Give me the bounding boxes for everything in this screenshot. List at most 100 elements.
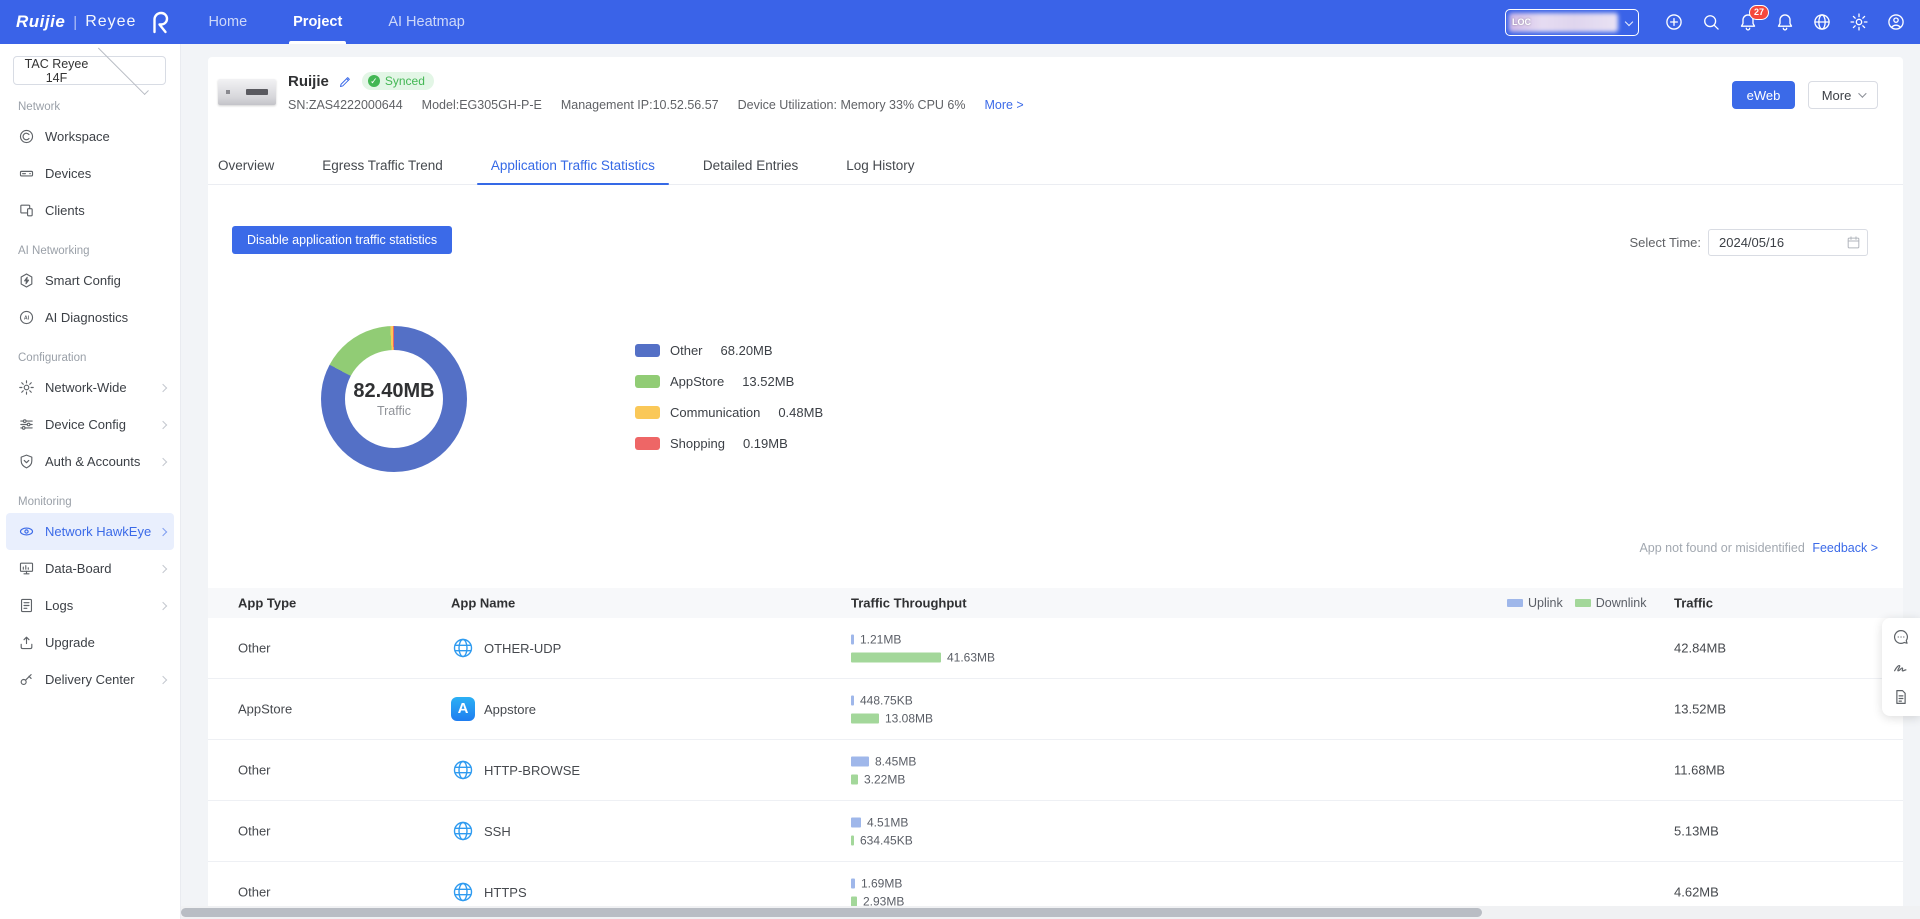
legend-label: AppStore [670,374,724,389]
uplink-line: 8.45MB [851,754,916,769]
docs-button[interactable] [1892,688,1910,706]
select-time-label: Select Time: [1629,235,1701,250]
legend-item-appstore[interactable]: AppStore13.52MB [635,366,823,397]
settings-button[interactable] [1849,12,1869,32]
nav-tab-home[interactable]: Home [208,0,247,44]
chevron-right-icon [159,675,167,683]
nav-tab-project[interactable]: Project [293,0,342,44]
tab-egress-traffic-trend[interactable]: Egress Traffic Trend [322,148,443,184]
app-type-cell: Other [238,641,271,656]
sidebar-item-auth-accounts[interactable]: Auth & Accounts [6,443,174,480]
legend-item-shopping[interactable]: Shopping0.19MB [635,428,823,459]
navbar-actions: LOC 27 [1505,0,1906,44]
device-more-button[interactable]: More [1808,81,1878,109]
device-name: Ruijie [288,73,329,90]
chevron-right-icon [159,420,167,428]
chevron-down-icon [1858,89,1866,97]
language-button[interactable] [1812,12,1832,32]
traffic-total-cell: 13.52MB [1674,702,1726,717]
add-button[interactable] [1664,12,1684,32]
project-selector[interactable]: TAC Reyee 14F [13,56,166,85]
sidebar-item-devices[interactable]: Devices [6,155,174,192]
device-image [218,79,276,105]
eweb-button[interactable]: eWeb [1732,81,1795,109]
sidebar-item-delivery-center[interactable]: Delivery Center [6,661,174,698]
device-led [226,90,230,94]
floating-help-widget [1882,618,1920,716]
brand-divider: | [73,14,77,31]
app-type-cell: Other [238,824,271,839]
smart-config-icon [18,272,35,289]
globe-app-icon [451,819,475,843]
traffic-total-cell: 4.62MB [1674,885,1719,900]
sidebar-item-logs[interactable]: Logs [6,587,174,624]
device-thumbnail [216,73,278,111]
table-row-other-udp: OtherOTHER-UDP1.21MB41.63MB42.84MB [208,618,1903,679]
tab-application-traffic-statistics[interactable]: Application Traffic Statistics [491,148,655,184]
legend-value: 68.20MB [721,343,773,358]
brand-name: Ruijie [16,12,65,32]
messages-button[interactable] [1775,12,1795,32]
sidebar-item-network-hawkeye[interactable]: Network HawkEye [6,513,174,550]
device-utilization: Device Utilization: Memory 33% CPU 6% [738,98,966,112]
main-content-card: Ruijie ✓ Synced SN:ZAS4222000644 Model:E… [208,57,1903,919]
sidebar-item-clients[interactable]: Clients [6,192,174,229]
sidebar-item-device-config[interactable]: Device Config [6,406,174,443]
downlink-bar [851,835,854,845]
total-traffic-label: Traffic [377,404,411,418]
device-header-buttons: eWeb More [1732,81,1878,109]
search-button[interactable] [1701,12,1721,32]
chat-support-button[interactable] [1892,628,1910,646]
sidebar-section-monitoring: Monitoring [18,496,162,508]
legend-item-other[interactable]: Other68.20MB [635,335,823,366]
downlink-line: 41.63MB [851,650,995,665]
disable-app-traffic-statistics-button[interactable]: Disable application traffic statistics [232,226,452,254]
edit-device-name-button[interactable] [338,74,353,89]
sidebar-item-workspace[interactable]: Workspace [6,118,174,155]
downlink-value: 41.63MB [947,650,995,664]
tab-detailed-entries[interactable]: Detailed Entries [703,148,798,184]
sidebar-item-ai-diagnostics[interactable]: AIAI Diagnostics [6,299,174,336]
downlink-bar [851,896,857,906]
account-button[interactable] [1886,12,1906,32]
scrollbar-thumb[interactable] [181,908,1482,917]
nav-tab-ai-heatmap[interactable]: AI Heatmap [388,0,465,44]
org-search-box[interactable]: LOC [1505,9,1639,36]
throughput-legend-downlink: Downlink [1575,596,1647,610]
traffic-total-cell: 42.84MB [1674,641,1726,656]
tab-log-history[interactable]: Log History [846,148,914,184]
horizontal-scrollbar[interactable] [181,906,1920,919]
app-name-label: Appstore [484,702,536,717]
sidebar-item-network-wide[interactable]: Network-Wide [6,369,174,406]
sidebar-item-data-board[interactable]: Data-Board [6,550,174,587]
device-more-link[interactable]: More > [984,98,1023,112]
upgrade-icon [18,634,35,651]
downlink-value: 13.08MB [885,711,933,725]
uplink-line: 1.69MB [851,876,904,891]
signature-pen-icon [1892,658,1910,676]
column-app-name: App Name [451,596,515,611]
alarm-notifications-button[interactable]: 27 [1738,12,1758,32]
brand-subname: Reyee [85,13,136,31]
date-input[interactable] [1708,229,1868,256]
check-icon: ✓ [368,75,380,87]
app-name-label: SSH [484,824,511,839]
sidebar-item-smart-config[interactable]: Smart Config [6,262,174,299]
tab-overview[interactable]: Overview [218,148,274,184]
sidebar-item-label: Devices [45,166,91,181]
sidebar-item-label: AI Diagnostics [45,310,128,325]
date-picker[interactable] [1708,229,1868,256]
legend-item-communication[interactable]: Communication0.48MB [635,397,823,428]
app-name-cell: AAppstore [451,697,536,721]
feedback-pen-button[interactable] [1892,658,1910,676]
feedback-text: App not found or misidentified [1639,541,1804,555]
device-model: Model:EG305GH-P-E [422,98,542,112]
feedback-link[interactable]: Feedback > [1812,541,1878,555]
downlink-line: 634.45KB [851,833,913,848]
more-button-label: More [1822,88,1852,103]
sidebar-item-upgrade[interactable]: Upgrade [6,624,174,661]
pencil-icon [338,74,353,89]
chevron-down-icon [1625,17,1633,25]
project-selector-value: TAC Reyee 14F [24,57,89,85]
uplink-value: 448.75KB [860,693,913,707]
